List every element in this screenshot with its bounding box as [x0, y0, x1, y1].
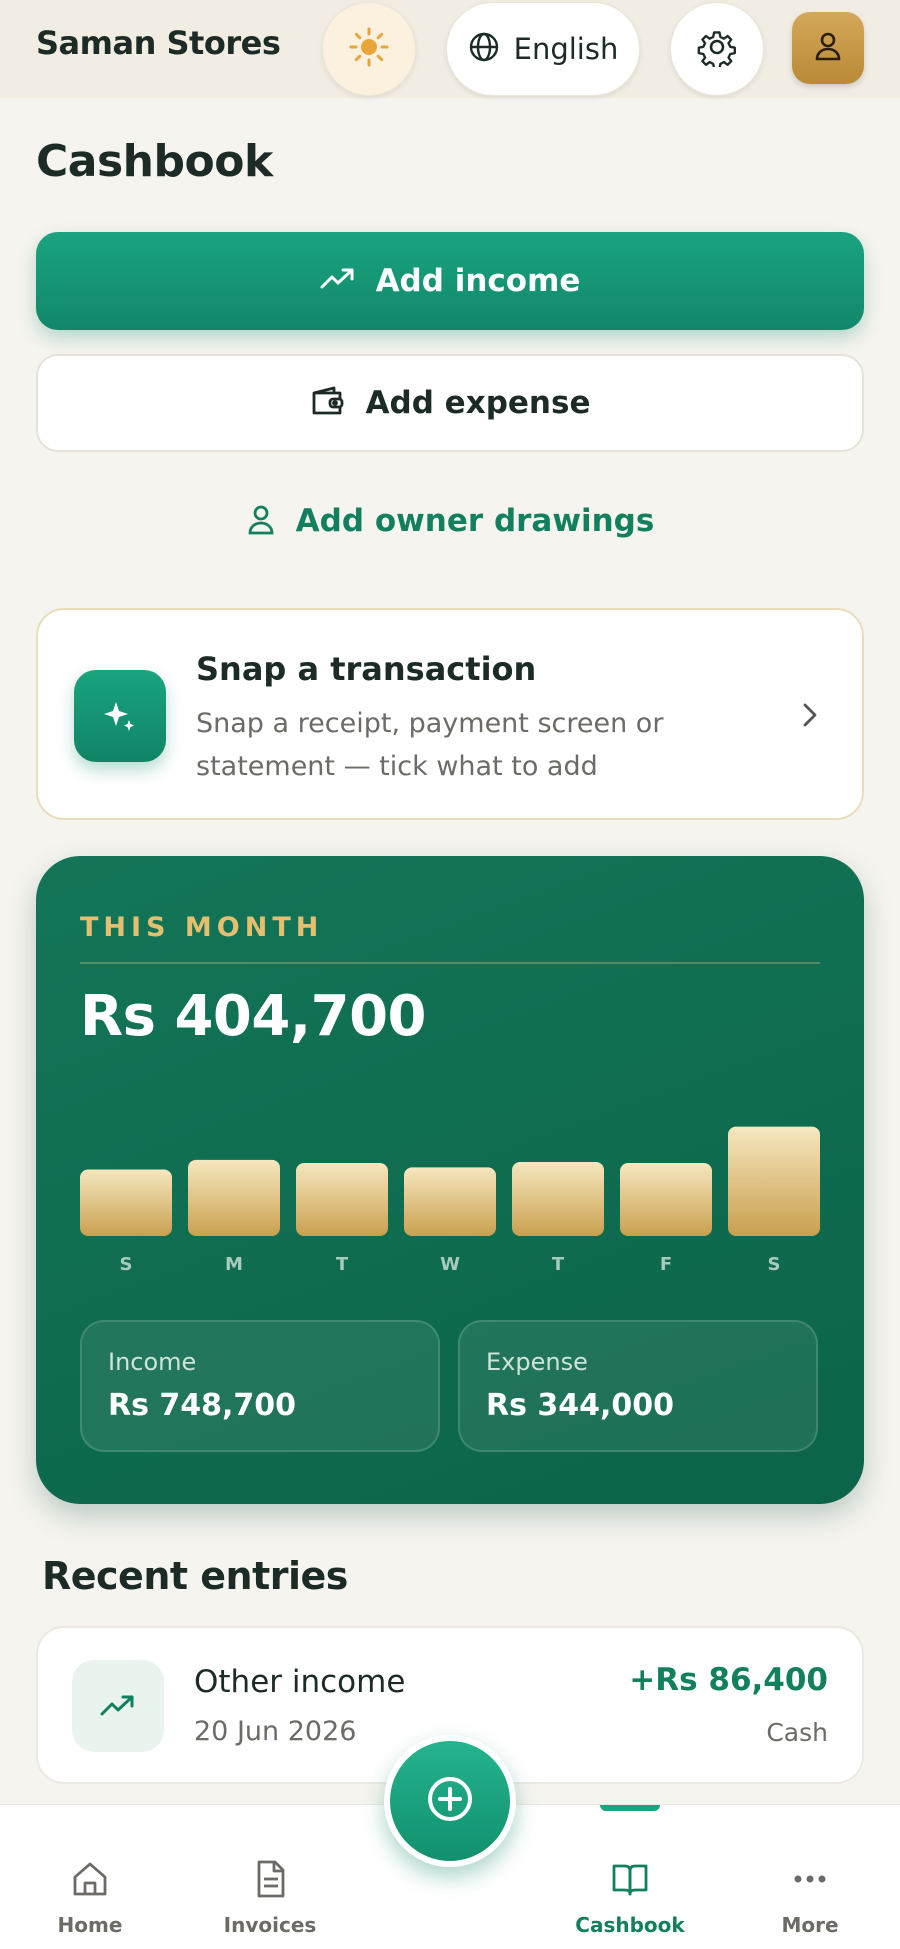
entry-payment-method: Cash	[766, 1718, 828, 1747]
home-icon	[70, 1859, 110, 1903]
chart-bar	[188, 1159, 280, 1236]
book-icon	[610, 1859, 650, 1903]
snap-transaction-card[interactable]: Snap a transaction Snap a receipt, payme…	[36, 608, 864, 820]
entry-name: Other income	[194, 1664, 406, 1700]
nav-item-cashbook[interactable]: Cashbook	[550, 1805, 710, 1949]
gear-icon	[697, 27, 737, 71]
top-bar: Saman Stores English	[0, 0, 900, 98]
chart-bar	[512, 1161, 604, 1236]
document-icon	[250, 1859, 290, 1903]
nav-label-home: Home	[57, 1913, 123, 1937]
person-icon	[811, 29, 845, 67]
chart-bar	[296, 1163, 388, 1236]
page-title: Cashbook	[36, 136, 273, 187]
weekly-bar-chart: SMTWTFS	[80, 1126, 820, 1275]
chart-day-label: S	[120, 1254, 133, 1275]
person-icon	[246, 503, 276, 539]
language-label: English	[513, 32, 619, 66]
chart-bar	[80, 1169, 172, 1236]
add-entry-fab[interactable]	[384, 1735, 516, 1867]
sun-icon	[347, 25, 391, 73]
add-income-label: Add income	[375, 263, 581, 299]
chart-bar	[728, 1126, 820, 1236]
chart-day-label: F	[660, 1254, 672, 1275]
income-value: Rs 748,700	[108, 1388, 297, 1423]
globe-icon	[468, 31, 500, 67]
plus-circle-icon	[425, 1774, 475, 1828]
snap-description: Snap a receipt, payment screen or statem…	[196, 708, 664, 782]
recent-entries-title: Recent entries	[42, 1554, 348, 1598]
nav-label-invoices: Invoices	[223, 1913, 317, 1937]
entry-date: 20 Jun 2026	[194, 1716, 357, 1747]
chart-day-label: W	[440, 1254, 460, 1275]
chart-bar	[404, 1167, 496, 1236]
trending-up-icon	[72, 1660, 164, 1752]
income-label: Income	[108, 1348, 197, 1376]
nav-label-cashbook: Cashbook	[575, 1913, 685, 1937]
wallet-icon	[310, 385, 346, 421]
add-income-button[interactable]: Add income	[36, 232, 864, 330]
expense-value: Rs 344,000	[486, 1388, 675, 1423]
nav-label-more: More	[781, 1913, 839, 1937]
expense-stat: Expense Rs 344,000	[458, 1320, 818, 1452]
chart-day-label: T	[336, 1254, 349, 1275]
add-owner-drawings-button[interactable]: Add owner drawings	[36, 476, 864, 566]
income-stat: Income Rs 748,700	[80, 1320, 440, 1452]
trending-up-icon	[320, 267, 356, 295]
add-expense-button[interactable]: Add expense	[36, 354, 864, 452]
sparkle-icon	[74, 670, 166, 762]
nav-item-more[interactable]: More	[730, 1805, 890, 1949]
settings-button[interactable]	[670, 2, 764, 96]
nav-item-invoices[interactable]: Invoices	[190, 1805, 350, 1949]
chart-day-label: T	[552, 1254, 565, 1275]
profile-button[interactable]	[792, 12, 864, 84]
chart-bar	[620, 1163, 712, 1236]
expense-label: Expense	[486, 1348, 588, 1376]
language-button[interactable]: English	[446, 2, 640, 96]
store-name: Saman Stores	[36, 24, 281, 62]
chart-day-label: M	[225, 1254, 243, 1275]
this-month-card: THIS MONTH Rs 404,700 SMTWTFS Income Rs …	[36, 856, 864, 1504]
theme-toggle-button[interactable]	[322, 2, 416, 96]
snap-title: Snap a transaction	[196, 650, 537, 688]
chart-day-label: S	[768, 1254, 781, 1275]
add-expense-label: Add expense	[365, 385, 591, 421]
nav-item-home[interactable]: Home	[10, 1805, 170, 1949]
more-icon	[790, 1859, 830, 1903]
entry-amount: +Rs 86,400	[629, 1662, 828, 1698]
add-owner-drawings-label: Add owner drawings	[295, 503, 655, 539]
chevron-right-icon	[800, 700, 820, 734]
